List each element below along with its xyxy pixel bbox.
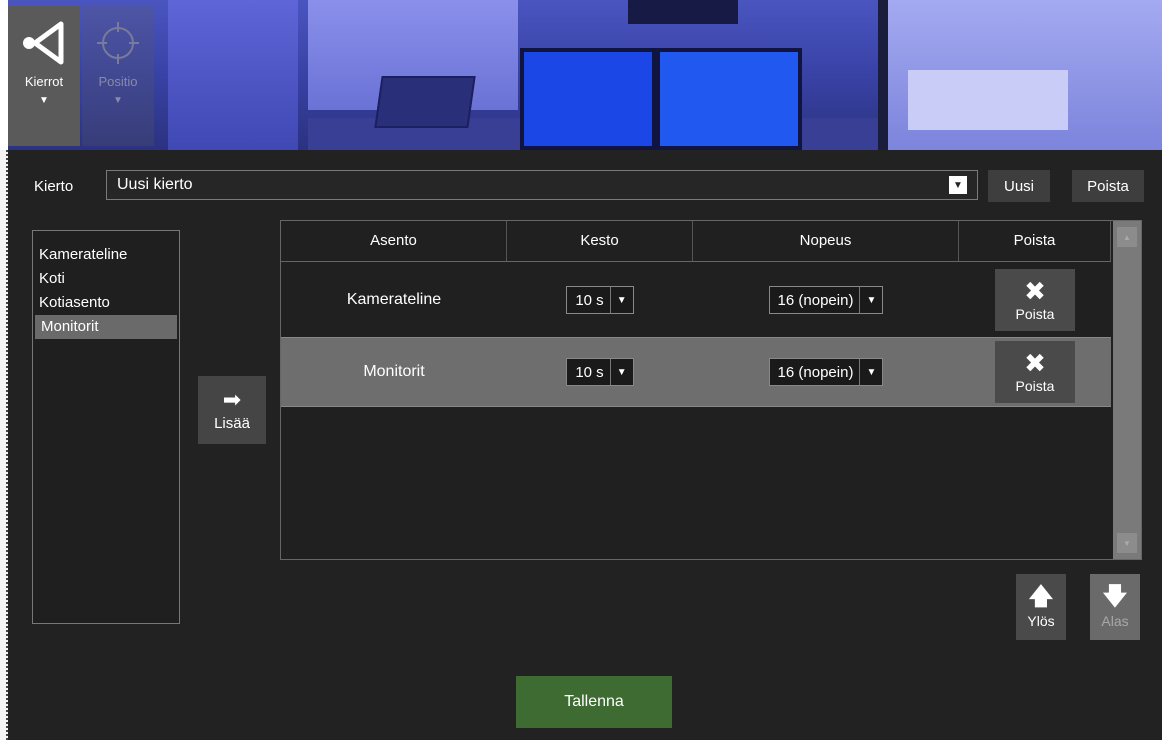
move-up-button[interactable]: 🡅 Ylös (1016, 574, 1066, 640)
delete-cell: ✖ Poista (959, 341, 1111, 403)
position-mode-button[interactable]: Positio ▼ (82, 6, 154, 146)
arrow-up-icon: 🡅 (1028, 583, 1054, 610)
speed-value: 16 (nopein) (770, 287, 861, 313)
position-list-item[interactable]: Koti (33, 267, 179, 291)
camera-tv (628, 0, 738, 24)
tour-select-value: Uusi kierto (117, 176, 193, 193)
position-mode-label: Positio (98, 74, 138, 89)
tour-steps-table: Asento Kesto Nopeus Poista Kamerateline … (280, 220, 1142, 560)
delete-tour-button[interactable]: Poista (1072, 170, 1144, 202)
column-header-speed: Nopeus (693, 221, 959, 261)
move-down-button[interactable]: 🡇 Alas (1090, 574, 1140, 640)
delete-cell: ✖ Poista (959, 269, 1111, 331)
table-row[interactable]: Kamerateline 10 s ▼ 16 (nopein) ▼ ✖ Pois… (281, 265, 1111, 335)
add-position-button[interactable]: ➡ Lisää (198, 376, 266, 444)
position-list[interactable]: Kamerateline Koti Kotiasento Monitorit (32, 230, 180, 624)
chevron-down-icon[interactable]: ▼ (860, 359, 882, 385)
chevron-down-icon[interactable]: ▼ (860, 287, 882, 313)
speed-select[interactable]: 16 (nopein) ▼ (768, 286, 884, 314)
speed-value: 16 (nopein) (770, 359, 861, 385)
chevron-down-icon[interactable]: ▼ (611, 359, 633, 385)
chevron-down-icon: ▼ (113, 95, 123, 106)
tour-label: Kierto (34, 178, 74, 195)
camera-monitor-2 (656, 48, 802, 150)
close-icon: ✖ (1024, 276, 1046, 306)
scroll-up-icon[interactable]: ▲ (1117, 227, 1137, 247)
camera-divider (878, 0, 888, 150)
position-list-item-selected[interactable]: Monitorit (35, 315, 177, 339)
tour-select[interactable]: Uusi kierto ▼ (106, 170, 978, 200)
duration-select[interactable]: 10 s ▼ (566, 286, 634, 314)
delete-row-button[interactable]: ✖ Poista (995, 341, 1075, 403)
crosshair-icon (97, 22, 139, 64)
duration-value: 10 s (567, 287, 611, 313)
position-list-item[interactable]: Kamerateline (33, 243, 179, 267)
speed-cell: 16 (nopein) ▼ (693, 286, 959, 314)
row-position: Monitorit (363, 363, 425, 380)
camera-view (8, 0, 1162, 150)
tours-mode-button[interactable]: Kierrot ▼ (8, 6, 80, 146)
table-header: Asento Kesto Nopeus Poista (281, 221, 1111, 262)
arrow-down-icon: 🡇 (1102, 583, 1128, 610)
table-scrollbar[interactable]: ▲ ▼ (1113, 221, 1141, 559)
duration-select[interactable]: 10 s ▼ (566, 358, 634, 386)
chevron-down-icon[interactable]: ▼ (949, 176, 967, 194)
add-position-label: Lisää (214, 414, 250, 432)
tour-icon (23, 21, 64, 65)
column-header-delete: Poista (959, 221, 1111, 261)
left-edge (0, 150, 8, 740)
delete-row-label: Poista (1015, 378, 1055, 394)
chevron-down-icon: ▼ (39, 95, 49, 106)
delete-row-label: Poista (1015, 306, 1055, 322)
camera-room (908, 70, 1068, 130)
save-button[interactable]: Tallenna (516, 676, 672, 728)
camera-laptop (374, 76, 476, 128)
speed-cell: 16 (nopein) ▼ (693, 358, 959, 386)
duration-value: 10 s (567, 359, 611, 385)
move-up-label: Ylös (1027, 613, 1055, 629)
column-header-duration: Kesto (507, 221, 693, 261)
duration-cell: 10 s ▼ (507, 358, 693, 386)
scroll-down-icon[interactable]: ▼ (1117, 533, 1137, 553)
row-position: Kamerateline (346, 291, 442, 308)
new-tour-button[interactable]: Uusi (988, 170, 1050, 202)
duration-cell: 10 s ▼ (507, 286, 693, 314)
column-header-position: Asento (281, 221, 507, 261)
delete-row-button[interactable]: ✖ Poista (995, 269, 1075, 331)
camera-wall (168, 0, 298, 150)
speed-select[interactable]: 16 (nopein) ▼ (768, 358, 884, 386)
camera-monitor-1 (520, 48, 656, 150)
tours-mode-label: Kierrot (24, 74, 64, 89)
tour-editor-panel: Kierto Uusi kierto ▼ Uusi Poista Kamerat… (8, 150, 1162, 740)
chevron-down-icon[interactable]: ▼ (611, 287, 633, 313)
table-row-selected[interactable]: Monitorit 10 s ▼ 16 (nopein) ▼ ✖ Poista (281, 337, 1111, 407)
arrow-right-icon: ➡ (222, 386, 242, 412)
position-list-item[interactable]: Kotiasento (33, 291, 179, 315)
close-icon: ✖ (1024, 348, 1046, 378)
move-down-label: Alas (1101, 613, 1129, 629)
